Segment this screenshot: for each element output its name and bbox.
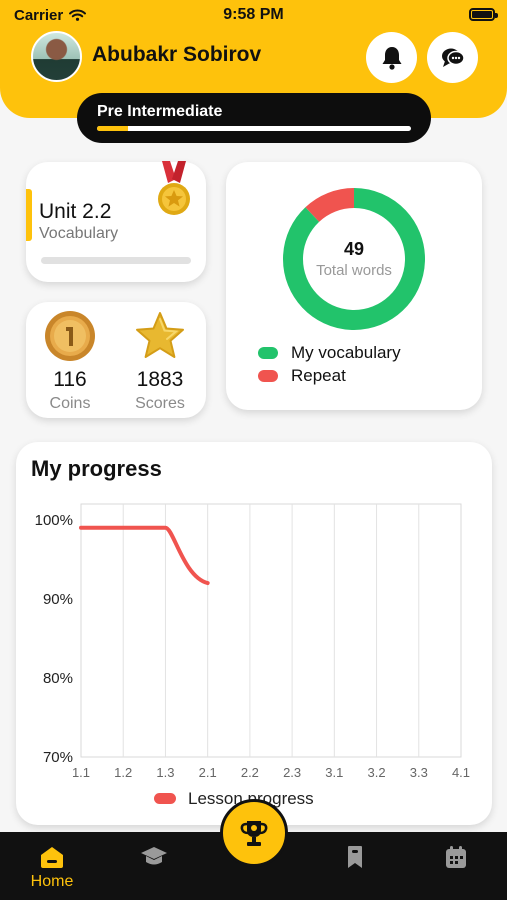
total-words-count: 49 [343, 239, 365, 259]
messages-button[interactable] [427, 32, 478, 83]
carrier-label: Carrier [14, 6, 64, 24]
legend-swatch-green [258, 347, 278, 359]
legend-label: My vocabulary [291, 343, 401, 362]
legend-repeat: Repeat [258, 366, 346, 386]
x-tick-label: 3.2 [368, 765, 386, 780]
unit-title: Unit 2.2 [39, 200, 112, 223]
medal-icon [158, 161, 190, 215]
x-tick-label: 1.3 [156, 765, 174, 780]
series-line [79, 525, 210, 586]
coins-stat: 116 Coins [30, 310, 110, 413]
chart-legend-swatch [154, 793, 176, 804]
user-name[interactable]: Abubakr Sobirov [92, 43, 261, 67]
y-tick-label: 90% [43, 591, 73, 608]
level-progress[interactable]: Pre Intermediate [77, 93, 431, 143]
tab-calendar[interactable] [434, 832, 478, 900]
x-tick-label: 2.2 [241, 765, 259, 780]
words-card[interactable]: 49 Total words My vocabulary Repeat [226, 162, 482, 410]
level-label: Pre Intermediate [97, 103, 223, 120]
unit-progress-track [41, 257, 191, 264]
stats-card: 116 Coins 1883 Scores [26, 302, 206, 418]
avatar[interactable] [31, 31, 82, 82]
scores-stat: 1883 Scores [120, 310, 200, 413]
coins-label: Coins [49, 395, 91, 412]
x-tick-label: 3.1 [325, 765, 343, 780]
total-words-label: Total words [316, 262, 392, 279]
carrier: Carrier [14, 6, 87, 24]
battery-icon [469, 8, 498, 21]
bell-icon [382, 46, 401, 70]
coin-icon [45, 311, 95, 361]
legend-swatch-red [258, 370, 278, 382]
unit-subtitle: Vocabulary [39, 225, 119, 242]
x-tick-label: 2.3 [283, 765, 301, 780]
unit-accent [26, 189, 32, 241]
tab-home[interactable]: Home [22, 832, 82, 900]
scores-value: 1883 [136, 368, 184, 391]
x-tick-label: 1.2 [114, 765, 132, 780]
legend-label: Repeat [291, 366, 346, 385]
scores-label: Scores [135, 395, 185, 412]
trophy-button[interactable] [220, 799, 288, 867]
coins-value: 116 [53, 368, 87, 391]
level-progress-track [97, 126, 411, 131]
x-tick-label: 2.1 [199, 765, 217, 780]
progress-line-chart: 1.1 1.2 1.3 2.1 2.2 2.3 3.1 3.2 3.3 4.1 100% 90% 80%… [35, 503, 470, 808]
chat-icon [441, 48, 465, 67]
status-bar: Carrier 9:58 PM [0, 0, 507, 30]
y-tick-label: 70% [43, 749, 73, 766]
graduation-cap-icon [141, 847, 167, 865]
bookmark-icon [348, 846, 362, 868]
home-icon [41, 847, 63, 868]
trophy-icon [240, 821, 268, 846]
chart-frame [80, 503, 462, 758]
level-progress-fill [97, 126, 129, 131]
tab-home-label: Home [30, 873, 74, 890]
calendar-icon [446, 846, 466, 868]
notifications-button[interactable] [366, 32, 417, 83]
progress-card: My progress 1.1 1.2 1.3 2.1 2.2 2.3 3.1 3.2 3.3 4… [16, 442, 492, 825]
donut-center: 49 Total words [281, 239, 427, 279]
star-icon [136, 312, 184, 358]
legend-my-vocabulary: My vocabulary [258, 343, 401, 363]
y-tick-label: 80% [43, 670, 73, 687]
tab-saved[interactable] [333, 832, 377, 900]
x-tick-label: 3.3 [410, 765, 428, 780]
wifi-icon [69, 9, 87, 21]
tab-courses[interactable] [132, 832, 176, 900]
x-tick-label: 1.1 [72, 765, 90, 780]
x-tick-label: 4.1 [452, 765, 470, 780]
y-tick-label: 100% [35, 512, 73, 529]
